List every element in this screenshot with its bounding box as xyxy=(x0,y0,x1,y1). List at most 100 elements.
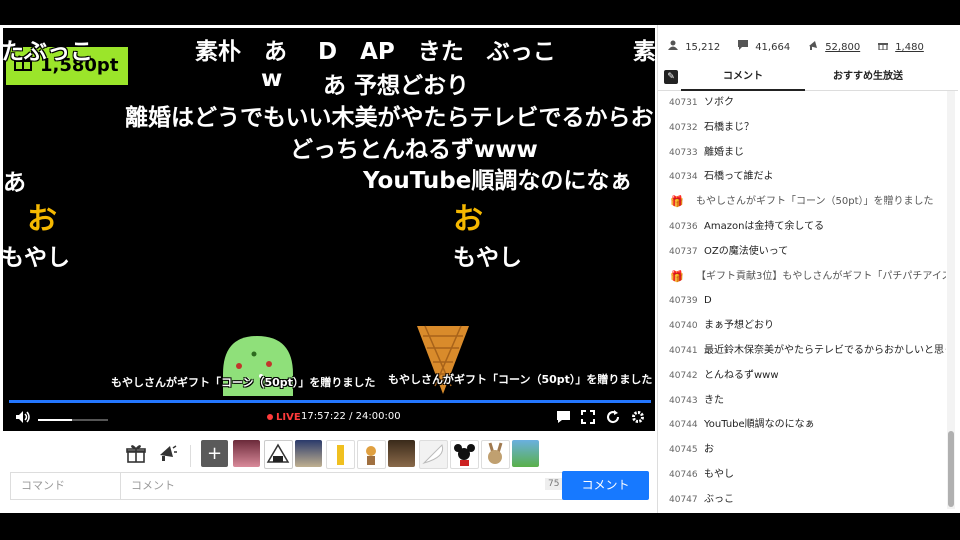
command-input[interactable]: コマンド xyxy=(10,472,129,500)
comment-text: お xyxy=(704,444,714,456)
player-window: 1,580pt たぶっこ 素朴 あ D AP きた ぶっこ素 w あ 予想どおり 離婚は… xyxy=(0,25,960,513)
viewer-count-value: 15,212 xyxy=(685,42,721,53)
mouse-sticker-thumbnail[interactable] xyxy=(450,440,479,469)
drink-sticker-thumbnail[interactable] xyxy=(326,440,355,469)
gift-notice-row[interactable]: 🎁 【ギフト貢献3位】もやしさんがギフト「パチパチアイス（10 xyxy=(658,265,946,289)
overlay-comment: 素 xyxy=(633,39,655,65)
overlay-comment: あ 予想どおり xyxy=(323,73,470,99)
overlay-comment: あ xyxy=(3,170,26,196)
comment-list: 40731 ソボク 40732 石橋まじ？ 40733 離婚まじ 40734 石橋って誰だよ 🎁… xyxy=(658,91,946,509)
comment-number: 40742 xyxy=(669,370,698,381)
tab-comments[interactable]: コメント xyxy=(681,65,805,91)
comment-list-scrollbar[interactable] xyxy=(947,91,955,509)
comment-text: 最近鈴木保奈美がやたらテレビでるからおかしいと思ってた xyxy=(704,345,946,356)
advertise-megaphone-icon[interactable] xyxy=(156,443,178,465)
fan-sticker-thumbnail[interactable] xyxy=(419,440,448,469)
comment-input-placeholder: コメント xyxy=(131,479,175,492)
person-icon xyxy=(668,40,682,53)
overlay-comment: どっちとんねるずwww xyxy=(290,137,538,163)
onigiri-sticker-thumbnail[interactable] xyxy=(264,440,293,469)
viewer-count: 15,212 xyxy=(668,40,720,53)
comment-row[interactable]: 40734 石橋って誰だよ xyxy=(658,165,946,189)
live-label: LIVE xyxy=(276,412,301,423)
video-player[interactable]: 1,580pt たぶっこ 素朴 あ D AP きた ぶっこ素 w あ 予想どおり 離婚は… xyxy=(3,28,655,431)
comment-row[interactable]: 40744 YouTube順調なのになぁ xyxy=(658,413,946,437)
comment-text: YouTube順調なのになぁ xyxy=(704,419,815,431)
comment-text: OZの魔法使いって xyxy=(704,245,789,257)
gift-icon: 🎁 xyxy=(670,269,684,283)
overlay-comment: もやし xyxy=(3,245,70,271)
comment-row[interactable]: 40736 Amazonは金持て余してる xyxy=(658,215,946,239)
comment-text: D xyxy=(704,295,712,307)
sidebar-tabs: ✎ コメント おすすめ生放送 xyxy=(658,65,958,91)
sticker-thumbnail[interactable] xyxy=(233,440,260,467)
player-controls: LIVE 17:57:22 / 24:00:00 xyxy=(3,406,655,431)
sticker-thumbnail[interactable] xyxy=(512,440,539,467)
comment-input[interactable]: コメント xyxy=(120,472,572,500)
comment-count: 41,664 xyxy=(738,40,790,53)
comment-number: 40737 xyxy=(669,246,698,257)
comment-text: とんねるずwww xyxy=(704,369,779,381)
gift-message-overlay: もやしさんがギフト「コーン（50pt）」を贈りました xyxy=(388,373,653,386)
volume-icon[interactable] xyxy=(15,410,31,428)
gift-points-total[interactable]: 1,480 xyxy=(895,42,924,53)
comment-toggle-icon[interactable] xyxy=(556,410,571,428)
comment-input-row: コマンド コメント 75 コメント xyxy=(10,471,650,500)
comment-count-value: 41,664 xyxy=(755,42,791,53)
sticker-thumbnail[interactable] xyxy=(295,440,322,467)
comment-text: きた xyxy=(704,394,724,406)
comment-number: 40746 xyxy=(669,470,698,480)
comment-row[interactable]: 40733 離婚まじ xyxy=(658,141,946,165)
ad-points-value[interactable]: 52,800 xyxy=(825,42,860,53)
comment-number: 40743 xyxy=(669,395,698,406)
comment-row[interactable]: 40731 ソボク xyxy=(658,91,946,115)
comment-number: 40731 xyxy=(669,98,698,108)
overlay-comment: 離婚はどうでもいい木美がやたらテレビでるからお xyxy=(125,105,654,131)
overlay-comment: お xyxy=(453,202,483,237)
comment-row[interactable]: 40742 とんねるずwww xyxy=(658,364,946,388)
gift-points[interactable]: 1,480 xyxy=(878,40,924,53)
overlay-comment: 素朴 あ D AP きた ぶっこ xyxy=(195,39,556,65)
send-comment-button[interactable]: コメント xyxy=(562,471,649,500)
comment-panel-icon[interactable]: ✎ xyxy=(664,70,678,84)
gift-toolbar: + xyxy=(0,437,655,473)
comment-number: 40747 xyxy=(669,494,698,505)
comment-row[interactable]: 40732 石橋まじ？ xyxy=(658,116,946,140)
comment-row[interactable]: 40741 最近鈴木保奈美がやたらテレビでるからおかしいと思ってた xyxy=(658,339,946,363)
gift-notice-row[interactable]: 🎁 もやしさんがギフト「コーン（50pt）」を贈りました xyxy=(658,190,946,214)
sticker-thumbnail[interactable] xyxy=(388,440,415,467)
comment-text: ぶっこ xyxy=(704,493,734,505)
ad-points[interactable]: 52,800 xyxy=(808,40,860,53)
comment-row[interactable]: 40745 お xyxy=(658,438,946,462)
comment-text: もやし xyxy=(704,469,734,480)
sidebar: 15,212 41,664 52,800 1,480 ✎ コメント おすすめ生放… xyxy=(657,25,958,513)
seek-bar[interactable] xyxy=(9,400,651,403)
gift-message-overlay: もやしさんがギフト「コーン（50pt）」を贈りました xyxy=(111,376,376,389)
timecode: 17:57:22 / 24:00:00 xyxy=(301,411,401,422)
comment-number: 40732 xyxy=(669,122,698,133)
overlay-comment: たぶっこ xyxy=(3,39,93,65)
overlay-comment: w xyxy=(261,66,283,92)
comment-row[interactable]: 40739 D xyxy=(658,289,946,313)
comment-row[interactable]: 40747 ぶっこ xyxy=(658,488,946,509)
comment-text: まぁ予想どおり xyxy=(704,320,774,332)
add-emote-button[interactable]: + xyxy=(201,440,228,467)
comment-text: 【ギフト貢献3位】もやしさんがギフト「パチパチアイス（10 xyxy=(696,270,946,282)
stats-bar: 15,212 41,664 52,800 1,480 xyxy=(658,25,958,65)
comment-row[interactable]: 40740 まぁ予想どおり xyxy=(658,314,946,338)
character-sticker-thumbnail[interactable] xyxy=(357,440,386,469)
gift-button-icon[interactable] xyxy=(125,443,147,465)
gift-icon xyxy=(878,40,892,53)
tab-recommended[interactable]: おすすめ生放送 xyxy=(808,65,928,89)
comment-row[interactable]: 40737 OZの魔法使いって xyxy=(658,240,946,264)
gift-icon: 🎁 xyxy=(670,195,684,209)
live-indicator: LIVE xyxy=(267,412,301,423)
volume-slider[interactable] xyxy=(38,419,108,421)
rabbit-sticker-thumbnail[interactable] xyxy=(481,440,510,469)
comment-number: 40736 xyxy=(669,222,698,232)
settings-gear-icon[interactable] xyxy=(631,410,645,428)
comment-row[interactable]: 40743 きた xyxy=(658,389,946,413)
fullscreen-icon[interactable] xyxy=(581,410,595,428)
comment-row[interactable]: 40746 もやし xyxy=(658,463,946,487)
reload-icon[interactable] xyxy=(606,410,620,428)
